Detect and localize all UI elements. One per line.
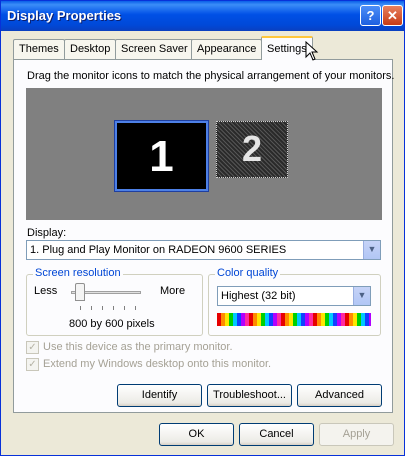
monitor-2-icon[interactable]: 2 xyxy=(216,121,288,178)
resolution-value: 800 by 600 pixels xyxy=(69,318,155,330)
primary-monitor-label: Use this device as the primary monitor. xyxy=(43,341,233,353)
slider-tick xyxy=(135,306,136,310)
tab-appearance[interactable]: Appearance xyxy=(191,39,263,59)
identify-button[interactable]: Identify xyxy=(117,384,202,407)
cancel-button[interactable]: Cancel xyxy=(239,423,314,446)
tab-desktop[interactable]: Desktop xyxy=(64,39,117,59)
resolution-more-label: More xyxy=(160,285,186,297)
display-properties-window: Display Properties ? ✕ Themes Desktop Sc… xyxy=(0,0,405,456)
ok-button[interactable]: OK xyxy=(159,423,234,446)
close-button[interactable]: ✕ xyxy=(382,5,403,26)
tab-screen-saver[interactable]: Screen Saver xyxy=(115,39,194,59)
color-quality-value: Highest (32 bit) xyxy=(221,290,296,302)
help-button[interactable]: ? xyxy=(360,5,381,26)
arrange-instruction: Drag the monitor icons to match the phys… xyxy=(27,70,395,82)
advanced-button[interactable]: Advanced xyxy=(297,384,382,407)
color-quality-title: Color quality xyxy=(215,267,281,279)
extend-desktop-checkbox[interactable]: ✓ xyxy=(26,358,39,371)
monitor-arrangement-area[interactable]: 1 2 xyxy=(26,88,382,220)
color-quality-select[interactable]: Highest (32 bit) ▼ xyxy=(217,286,371,306)
slider-tick xyxy=(102,306,103,310)
display-select-value: 1. Plug and Play Monitor on RADEON 9600 … xyxy=(30,244,287,256)
primary-monitor-checkbox[interactable]: ✓ xyxy=(26,341,39,354)
slider-tick xyxy=(80,306,81,310)
extend-desktop-label: Extend my Windows desktop onto this moni… xyxy=(43,358,272,370)
tab-themes[interactable]: Themes xyxy=(13,39,65,59)
chevron-down-icon[interactable]: ▼ xyxy=(363,241,380,259)
color-spectrum-preview xyxy=(217,313,371,326)
chevron-down-icon[interactable]: ▼ xyxy=(353,287,370,305)
title-bar[interactable]: Display Properties ? ✕ xyxy=(1,1,404,31)
display-select[interactable]: 1. Plug and Play Monitor on RADEON 9600 … xyxy=(26,240,381,260)
monitor-1-icon[interactable]: 1 xyxy=(114,120,209,192)
resolution-less-label: Less xyxy=(34,285,58,297)
troubleshoot-button[interactable]: Troubleshoot... xyxy=(207,384,292,407)
display-label: Display: xyxy=(27,227,67,239)
apply-button[interactable]: Apply xyxy=(319,423,394,446)
resolution-slider-thumb[interactable] xyxy=(75,283,85,301)
slider-tick xyxy=(91,306,92,310)
screen-resolution-title: Screen resolution xyxy=(33,267,123,279)
mouse-pointer-icon xyxy=(305,41,319,61)
slider-tick xyxy=(124,306,125,310)
slider-tick xyxy=(113,306,114,310)
window-title: Display Properties xyxy=(7,8,122,23)
